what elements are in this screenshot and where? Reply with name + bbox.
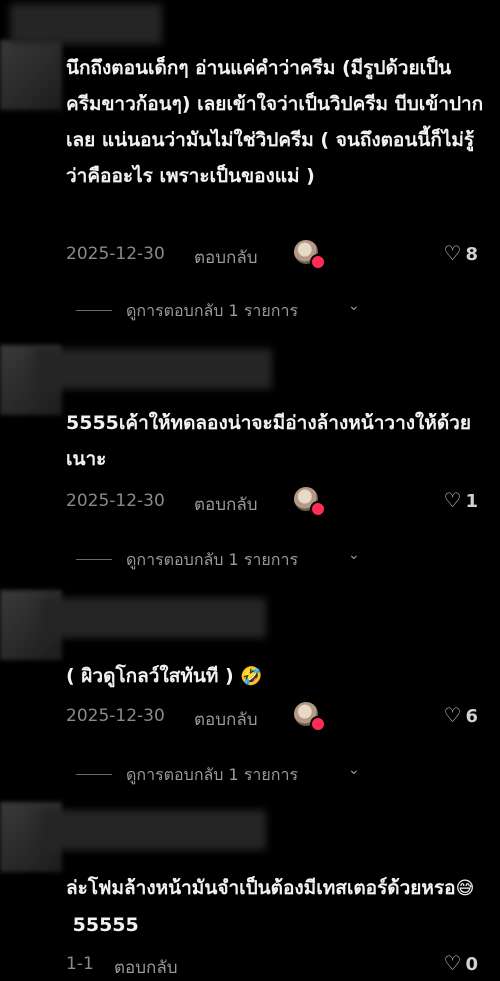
like-count: 8	[465, 244, 478, 265]
view-replies-label: ดูการตอบกลับ 1 รายการ	[126, 765, 299, 784]
comment-meta: 1-1 ตอบกลับ ♡ 0	[66, 950, 486, 980]
comment-text: ล่ะโฟมล้างหน้ามันจำเป็นต้องมีเทสเตอร์ด้ว…	[66, 870, 486, 943]
comment-text-main: ล่ะโฟมล้างหน้ามันจำเป็นต้องมีเทสเตอร์ด้ว…	[66, 877, 456, 899]
reply-button[interactable]: ตอบกลับ	[194, 491, 258, 518]
like-count: 0	[465, 954, 478, 975]
commenter-name-blurred	[34, 349, 272, 389]
grinning-sweat-emoji-icon: 😅	[455, 878, 475, 899]
like-count: 1	[465, 491, 478, 512]
comment-text-main: ( ผิวดูโกลว์ใสทันที )	[66, 665, 234, 687]
creator-heart-badge-icon	[310, 254, 326, 270]
like-count: 6	[465, 706, 478, 727]
reply-button[interactable]: ตอบกลับ	[194, 706, 258, 733]
heart-outline-icon: ♡	[443, 241, 462, 265]
like-button[interactable]: ♡ 1	[444, 488, 478, 512]
comment-item: ( ผิวดูโกลว์ใสทันที ) 🤣 2025-12-30 ตอบกล…	[0, 590, 500, 790]
view-replies-label: ดูการตอบกลับ 1 รายการ	[126, 301, 299, 320]
divider-line	[76, 310, 112, 311]
divider-line	[76, 774, 112, 775]
commenter-name-blurred	[10, 4, 162, 44]
commenter-avatar[interactable]	[0, 40, 62, 110]
comment-text-tail: 55555	[72, 914, 139, 936]
reply-button[interactable]: ตอบกลับ	[114, 954, 178, 981]
comment-date: 2025-12-30	[66, 491, 165, 511]
like-button[interactable]: ♡ 8	[444, 241, 478, 265]
comment-item: นึกถึงตอนเด็กๆ อ่านแค่คำว่าครีม (มีรูปด้…	[0, 0, 500, 340]
like-button[interactable]: ♡ 6	[444, 703, 478, 727]
creator-heart-badge-icon	[310, 716, 326, 732]
reply-button[interactable]: ตอบกลับ	[194, 244, 258, 271]
chevron-down-icon: ⌄	[348, 298, 360, 314]
creator-heart-badge-icon	[310, 501, 326, 517]
comment-text: ( ผิวดูโกลว์ใสทันที ) 🤣	[66, 658, 486, 695]
heart-outline-icon: ♡	[443, 703, 462, 727]
comment-date: 1-1	[66, 954, 94, 974]
comment-date: 2025-12-30	[66, 244, 165, 264]
chevron-down-icon: ⌄	[348, 547, 360, 563]
comment-meta: 2025-12-30 ตอบกลับ ♡ 8	[66, 240, 486, 270]
divider-line	[76, 559, 112, 560]
comment-meta: 2025-12-30 ตอบกลับ ♡ 6	[66, 702, 486, 732]
commenter-name-blurred	[40, 810, 266, 850]
like-button[interactable]: ♡ 0	[444, 951, 478, 975]
comment-item: ล่ะโฟมล้างหน้ามันจำเป็นต้องมีเทสเตอร์ด้ว…	[0, 802, 500, 978]
comment-text: 5555เค้าให้ทดลองน่าจะมีอ่างล้างหน้าวางให…	[66, 412, 471, 470]
view-replies-label: ดูการตอบกลับ 1 รายการ	[126, 550, 299, 569]
comment-item: 5555เค้าให้ทดลองน่าจะมีอ่างล้างหน้าวางให…	[0, 345, 500, 585]
comment-date: 2025-12-30	[66, 706, 165, 726]
commenter-name-blurred	[40, 598, 266, 638]
laughing-emoji-icon: 🤣	[240, 666, 263, 687]
comment-meta: 2025-12-30 ตอบกลับ ♡ 1	[66, 487, 486, 517]
heart-outline-icon: ♡	[443, 951, 462, 975]
chevron-down-icon: ⌄	[348, 762, 360, 778]
comment-text: นึกถึงตอนเด็กๆ อ่านแค่คำว่าครีม (มีรูปด้…	[66, 57, 484, 187]
heart-outline-icon: ♡	[443, 488, 462, 512]
